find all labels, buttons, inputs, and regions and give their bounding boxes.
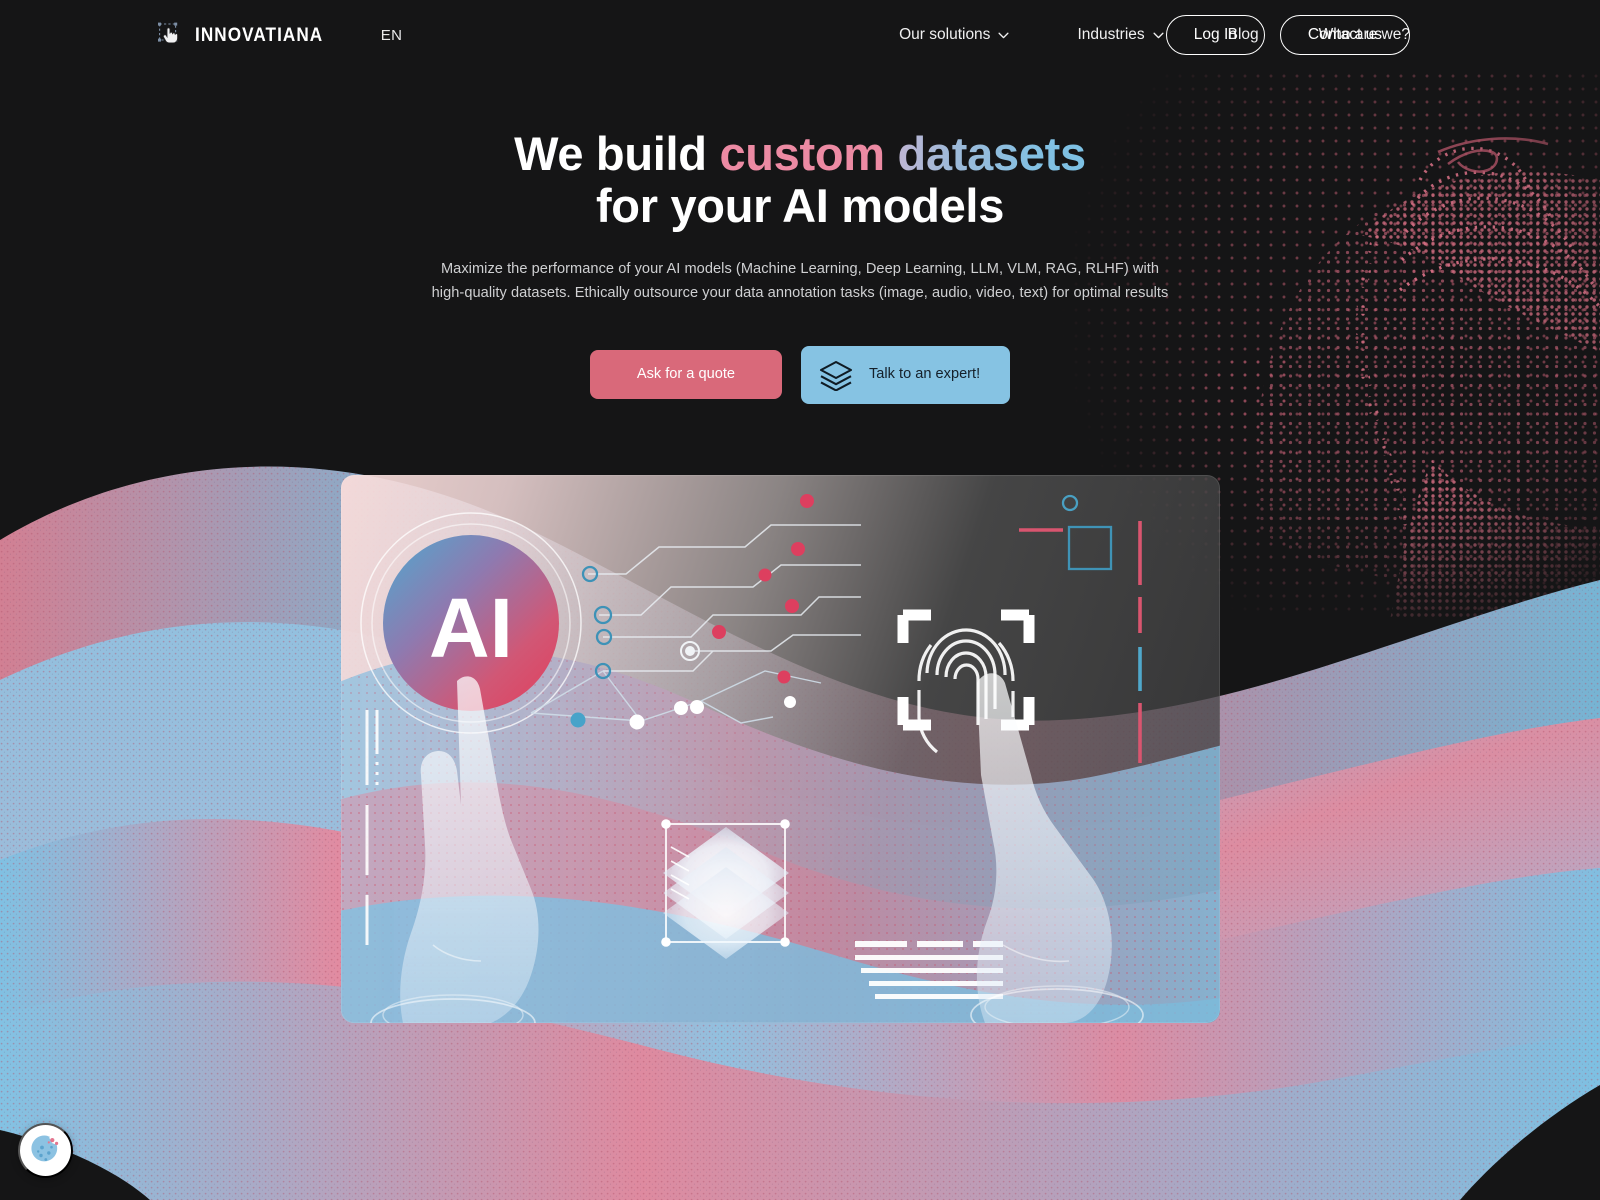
fingerprint-icon bbox=[917, 628, 1015, 754]
hand-pointer-selection-icon bbox=[158, 22, 178, 44]
hand-left bbox=[370, 676, 539, 1023]
headline-word-datasets: datasets bbox=[897, 127, 1087, 180]
ai-badge: AI bbox=[360, 512, 582, 734]
hand-right bbox=[970, 673, 1144, 1023]
headline-space bbox=[885, 127, 898, 180]
headline-line-2: for your AI models bbox=[595, 179, 1005, 233]
cookie-preferences-button[interactable] bbox=[18, 1123, 73, 1178]
nav-item-our-solutions[interactable]: Our solutions bbox=[899, 26, 1009, 44]
hero-illustration-panel: AI bbox=[341, 475, 1220, 1023]
page-title: We build custom datasets for your AI mod… bbox=[0, 127, 1600, 233]
hud-marks bbox=[1019, 494, 1142, 763]
data-cube-selection bbox=[661, 819, 790, 959]
cookie-icon bbox=[30, 1134, 58, 1161]
talk-to-an-expert-button[interactable]: Talk to an expert! bbox=[801, 345, 1011, 404]
site-header: INNOVATIANA EN Our solutions Industries … bbox=[0, 0, 1600, 70]
headline-word-custom: custom bbox=[719, 127, 885, 180]
chevron-down-icon bbox=[1153, 32, 1164, 38]
brand-name: INNOVATIANA bbox=[195, 23, 324, 46]
brand-logo[interactable]: INNOVATIANA bbox=[158, 22, 341, 48]
nav-label: Industries bbox=[1077, 26, 1145, 43]
chevron-down-icon bbox=[998, 32, 1009, 38]
hero-illustration-graphic: AI bbox=[341, 494, 1220, 1023]
ask-for-a-quote-button[interactable]: Ask for a quote bbox=[589, 350, 783, 399]
fingerprint-scanner bbox=[897, 609, 1035, 731]
contact-us-button[interactable]: Contact us bbox=[1279, 15, 1410, 55]
nav-item-industries[interactable]: Industries bbox=[1077, 26, 1164, 44]
hero-subcopy: Maximize the performance of your AI mode… bbox=[431, 261, 1169, 301]
header-actions: Log In Contact us bbox=[1165, 0, 1410, 70]
login-button[interactable]: Log In bbox=[1165, 15, 1265, 55]
nav-label: Our solutions bbox=[899, 26, 991, 43]
svg-text:AI: AI bbox=[429, 581, 513, 675]
text-lines-mark bbox=[855, 941, 1003, 999]
page-stage: INNOVATIANA EN Our solutions Industries … bbox=[0, 0, 1600, 1200]
hero-cta-row: Ask for a quote Talk to an expert! bbox=[0, 345, 1600, 404]
layers-stack-icon bbox=[819, 360, 853, 391]
headline-part-1: We build bbox=[514, 127, 720, 180]
talk-to-an-expert-label: Talk to an expert! bbox=[869, 366, 981, 383]
language-switcher[interactable]: EN bbox=[381, 27, 403, 44]
